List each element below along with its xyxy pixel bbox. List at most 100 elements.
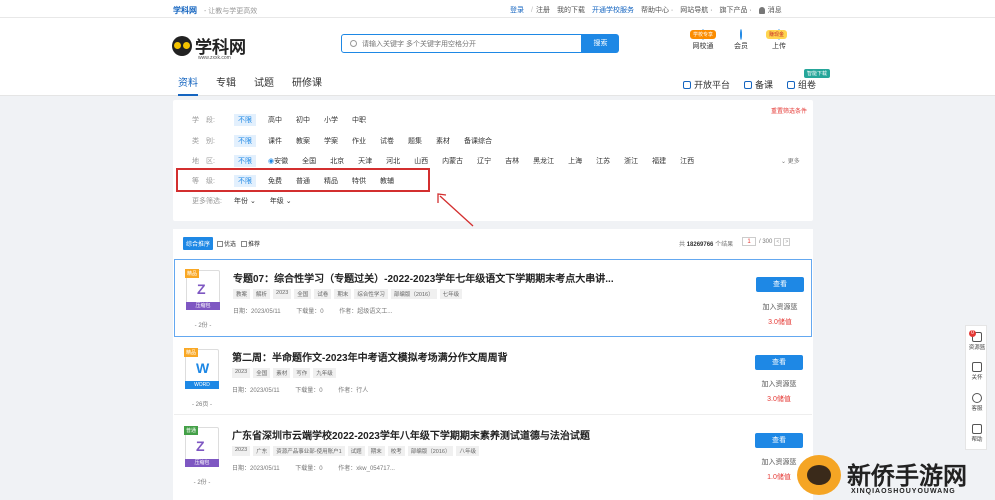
watermark-subtext: XINQIAOSHOUYOUWANG (851, 488, 956, 495)
messages-link[interactable]: 消息 (768, 5, 782, 15)
result-card[interactable]: Z 精品 压缩包 - 2份 - 专题07：综合性学习（专题过关）-2022-20… (174, 259, 812, 337)
filter-option-location[interactable]: ◉安徽 (268, 156, 288, 166)
membership-button[interactable]: 会员 (722, 29, 760, 51)
filter-option[interactable]: 黑龙江 (533, 156, 554, 166)
care-button[interactable]: 关怀 (966, 362, 988, 381)
bell-icon[interactable] (758, 6, 765, 14)
tab-courses[interactable]: 研修课 (292, 74, 322, 94)
tag: 2023 (232, 368, 251, 378)
filter-row-more: 更多筛选: 年份 ⌄ 年级 ⌄ (192, 194, 306, 208)
filter-option[interactable]: 中职 (352, 115, 366, 125)
filter-option[interactable]: 全国 (302, 156, 316, 166)
author[interactable]: 作者：行人 (338, 388, 368, 394)
filter-option[interactable]: 不限 (234, 155, 256, 167)
help-button[interactable]: 帮助 (966, 424, 988, 443)
view-button[interactable]: 查看 (755, 355, 803, 370)
filter-option[interactable]: 不限 (234, 135, 256, 147)
filter-option[interactable]: 题集 (408, 136, 422, 146)
tag: 2023 (232, 446, 251, 456)
page-count: - 26页 - (191, 402, 212, 408)
view-button[interactable]: 查看 (755, 433, 803, 448)
reset-filters-link[interactable]: 重置筛选条件 (771, 106, 807, 115)
filter-option[interactable]: 江苏 (596, 156, 610, 166)
sort-default-button[interactable]: 综合推序 (183, 237, 214, 250)
school-pass-label: 网校通 (692, 43, 714, 50)
tag: 广东 (253, 446, 271, 456)
side-label: 帮助 (971, 437, 983, 443)
filter-option[interactable]: 山西 (414, 156, 428, 166)
top-links: 登录 / 注册 我的下载 开通学校服务 帮助中心 · 网站导航 · 旗下产品 ·… (510, 5, 789, 15)
filter-option[interactable]: 课件 (268, 136, 282, 146)
filter-option[interactable]: 吉林 (505, 156, 519, 166)
result-title[interactable]: 第二周：半命题作文-2023年中考语文模拟考场满分作文周周背 (232, 349, 508, 364)
membership-icon (740, 29, 742, 40)
school-pass-button[interactable]: 学校专享 网校通 (684, 29, 722, 51)
upload-button[interactable]: 赚现金 上传 (760, 29, 798, 51)
filter-option[interactable]: 河北 (386, 156, 400, 166)
result-card[interactable]: Z 普通 压缩包 - 2份 - 广东省深圳市云端学校2022-2023学年八年级… (174, 417, 812, 493)
filter-row-category: 类 别: 不限 课件 教案 学案 作业 试卷 题集 素材 备课综合 (192, 134, 506, 148)
filter-option[interactable]: 内蒙古 (442, 156, 463, 166)
filter-option[interactable]: 备课综合 (464, 136, 492, 146)
tab-albums[interactable]: 专辑 (216, 74, 236, 94)
result-title[interactable]: 广东省深圳市云端学校2022-2023学年八年级下学期期末素养测试道德与法治试题 (232, 427, 590, 442)
result-title[interactable]: 专题07：综合性学习（专题过关）-2022-2023学年七年级语文下学期期末考点… (233, 270, 614, 285)
filter-option[interactable]: 浙江 (624, 156, 638, 166)
filter-option[interactable]: 福建 (652, 156, 666, 166)
page-number-input[interactable]: 1 (742, 237, 756, 246)
add-to-basket-link[interactable]: 加入资源篮 (755, 379, 803, 389)
search-button[interactable]: 搜索 (582, 34, 619, 53)
filter-option[interactable]: 素材 (436, 136, 450, 146)
header-icons: 学校专享 网校通 会员 赚现金 上传 (684, 29, 798, 51)
my-downloads-link[interactable]: 我的下载 (557, 5, 585, 15)
grade-dropdown[interactable]: 年级 ⌄ (270, 196, 292, 206)
more-regions-toggle[interactable]: ⌄ 更多 (781, 156, 800, 165)
add-to-basket-link[interactable]: 加入资源篮 (756, 302, 804, 312)
result-meta: 日期：2023/05/11 下载量：0 作者：超级语文工... (233, 306, 406, 315)
open-platform-link[interactable]: 开放平台 (683, 78, 730, 91)
compose-icon (787, 81, 796, 89)
lesson-prep-link[interactable]: 备课 (744, 78, 773, 91)
resource-basket-button[interactable]: 0 资源篮 (966, 330, 988, 351)
filter-option[interactable]: 小学 (324, 115, 338, 125)
filter-option[interactable]: 天津 (358, 156, 372, 166)
filter-option[interactable]: 试卷 (380, 136, 394, 146)
result-count: 共 18269766 个结果 (679, 242, 734, 248)
view-button[interactable]: 查看 (756, 277, 804, 292)
filter-option[interactable]: 江西 (680, 156, 694, 166)
prev-page-button[interactable]: < (774, 237, 782, 246)
author[interactable]: 作者：xkw_054717... (338, 466, 395, 472)
tab-questions[interactable]: 试题 (254, 74, 274, 94)
help-center-link[interactable]: 帮助中心 · (641, 5, 673, 15)
optimal-checkbox[interactable] (217, 240, 224, 247)
site-nav-link[interactable]: 网站导航 · (680, 5, 712, 15)
brand-link[interactable]: 学科网 (173, 5, 197, 16)
products-link[interactable]: 旗下产品 · (720, 5, 752, 15)
search-input[interactable] (362, 38, 577, 50)
recommend-checkbox[interactable] (241, 240, 248, 247)
register-link[interactable]: 注册 (536, 5, 550, 15)
open-school-service-link[interactable]: 开通学校服务 (592, 5, 634, 15)
filter-option[interactable]: 辽宁 (477, 156, 491, 166)
filter-option[interactable]: 作业 (352, 136, 366, 146)
site-logo[interactable]: 学科网 www.zxxk.com (172, 33, 246, 61)
filter-option[interactable]: 学案 (324, 136, 338, 146)
result-card[interactable]: W 精品 WORD - 26页 - 第二周：半命题作文-2023年中考语文模拟考… (174, 339, 812, 415)
compose-link[interactable]: 组卷 (787, 78, 816, 91)
filter-option[interactable]: 上海 (568, 156, 582, 166)
page-count: - 2份 - (193, 480, 211, 486)
year-dropdown[interactable]: 年份 ⌄ (234, 196, 256, 206)
customer-service-button[interactable]: 客服 (966, 393, 988, 412)
login-link[interactable]: 登录 (510, 5, 524, 15)
tab-materials[interactable]: 资料 (178, 74, 198, 96)
filter-option[interactable]: 不限 (234, 114, 256, 126)
filter-option[interactable]: 教案 (296, 136, 310, 146)
filter-option[interactable]: 初中 (296, 115, 310, 125)
next-page-button[interactable]: > (783, 237, 791, 246)
tag: 九年级 (313, 368, 336, 378)
author[interactable]: 作者：超级语文工... (339, 309, 392, 315)
upload-date: 日期：2023/05/11 (232, 466, 280, 472)
filter-option[interactable]: 高中 (268, 115, 282, 125)
side-label: 资源篮 (968, 345, 986, 351)
filter-option[interactable]: 北京 (330, 156, 344, 166)
